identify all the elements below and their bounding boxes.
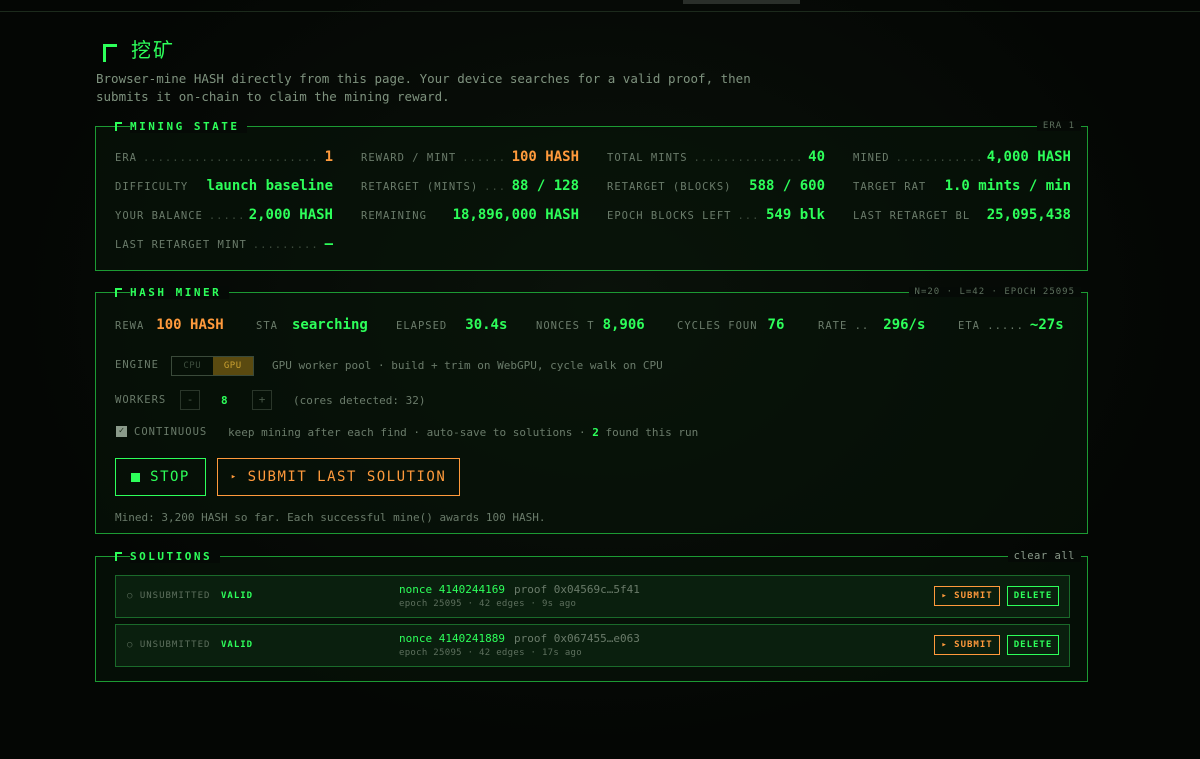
engine-toggle[interactable]: CPU GPU — [171, 356, 254, 376]
submit-last-solution-label: SUBMIT LAST SOLUTION — [247, 469, 447, 485]
miner-stat-cycles-found: CYCLES FOUN 76 — [677, 317, 785, 333]
state-epoch-blocks-left: EPOCH BLOCKS LEFT.......................… — [607, 207, 825, 223]
clear-all-button[interactable]: clear all — [1007, 550, 1081, 562]
page-header: 挖矿 — [103, 34, 175, 63]
mining-state-header: MINING STATE ERA 1 — [96, 119, 1087, 133]
delete-solution-button[interactable]: DELETE — [1007, 635, 1059, 655]
corner-bracket-icon — [115, 551, 122, 561]
state-mined: MINED...................................… — [853, 149, 1071, 165]
miner-stat-rate: RATE .. 296/s — [818, 317, 926, 333]
continuous-checkbox[interactable]: ✓ — [116, 426, 127, 437]
mined-summary: Mined: 3,200 HASH so far. Each successfu… — [115, 511, 546, 524]
intro-line-1: Browser-mine HASH directly from this pag… — [96, 71, 751, 86]
cores-detected: (cores detected: 32) — [293, 394, 426, 407]
delete-solution-button[interactable]: DELETE — [1007, 586, 1059, 606]
intro-line-2: submits it on-chain to claim the mining … — [96, 89, 450, 104]
corner-bracket-icon — [115, 121, 122, 131]
miner-stat-elapsed: ELAPSED 30.4s — [396, 317, 508, 333]
solutions-title: SOLUTIONS — [130, 549, 221, 563]
solution-meta: epoch 25095 · 42 edges · 9s ago — [399, 599, 577, 609]
page-title: 挖矿 — [131, 38, 175, 62]
workers-decrement-button[interactable]: - — [180, 390, 200, 410]
state-target-rate: TARGET RAT 1.0 mints / min — [853, 178, 1071, 194]
submit-last-solution-button[interactable]: ▸ SUBMIT LAST SOLUTION — [217, 458, 460, 496]
stop-button[interactable]: STOP — [115, 458, 206, 496]
engine-gpu-option[interactable]: GPU — [212, 357, 253, 375]
state-total-mints: TOTAL MINTS.............................… — [607, 149, 825, 165]
state-remaining: REMAINING 18,896,000 HASH — [361, 207, 579, 223]
solutions-header: SOLUTIONS clear all — [96, 549, 1087, 563]
state-difficulty: DIFFICULTY launch baseline — [115, 178, 333, 194]
engine-label: ENGINE — [115, 359, 159, 371]
solution-nonce: nonce 4140244169 — [399, 583, 505, 596]
submission-status: ○ UNSUBMITTED — [127, 591, 211, 601]
mining-state-panel: MINING STATE ERA 1 ERA..................… — [95, 119, 1088, 271]
solution-row: ○ UNSUBMITTED VALID nonce 4140241889 pro… — [115, 624, 1070, 667]
solution-proof: proof 0x067455…e063 — [514, 632, 640, 645]
top-bar — [0, 0, 1200, 12]
solution-nonce: nonce 4140241889 — [399, 632, 505, 645]
miner-params: N=20 · L=42 · EPOCH 25095 — [908, 287, 1081, 297]
solution-proof: proof 0x04569c…5f41 — [514, 583, 640, 596]
submit-solution-button[interactable]: ▸ SUBMIT — [934, 586, 1000, 606]
solution-row: ○ UNSUBMITTED VALID nonce 4140244169 pro… — [115, 575, 1070, 618]
corner-bracket-icon — [115, 287, 122, 297]
continuous-label: CONTINUOUS — [134, 426, 208, 438]
play-arrow-icon: ▸ — [230, 472, 238, 482]
state-retarget-blocks: RETARGET (BLOCKS) 588 / 600 — [607, 178, 825, 194]
miner-stat-eta: ETA ..... ~27s — [958, 317, 1064, 333]
state-your-balance: YOUR BALANCE............................… — [115, 207, 333, 223]
workers-increment-button[interactable]: + — [252, 390, 272, 410]
engine-cpu-option[interactable]: CPU — [172, 357, 213, 375]
found-count: 2 — [592, 426, 599, 439]
engine-description: GPU worker pool · build + trim on WebGPU… — [272, 359, 663, 372]
state-retarget-mints: RETARGET (MINTS)........................… — [361, 178, 579, 194]
hash-miner-header: HASH MINER N=20 · L=42 · EPOCH 25095 — [96, 285, 1087, 299]
mining-state-title: MINING STATE — [130, 119, 248, 133]
intro-text: Browser-mine HASH directly from this pag… — [96, 70, 796, 106]
validity-badge: VALID — [221, 640, 254, 650]
hash-miner-panel: HASH MINER N=20 · L=42 · EPOCH 25095 REW… — [95, 285, 1088, 534]
validity-badge: VALID — [221, 591, 254, 601]
continuous-description: keep mining after each find · auto-save … — [228, 426, 699, 439]
submission-status: ○ UNSUBMITTED — [127, 640, 211, 650]
solutions-panel: SOLUTIONS clear all ○ UNSUBMITTED VALID … — [95, 549, 1088, 682]
miner-stat-reward: REWA 100 HASH — [115, 317, 224, 333]
hash-miner-title: HASH MINER — [130, 285, 230, 299]
workers-label: WORKERS — [115, 394, 167, 406]
miner-stat-status: STA searching — [256, 317, 368, 333]
state-last-retarget-block: LAST RETARGET BL 25,095,438 — [853, 207, 1071, 223]
solution-meta: epoch 25095 · 42 edges · 17s ago — [399, 648, 582, 658]
state-last-retarget-mint: LAST RETARGET MINT......................… — [115, 236, 333, 252]
corner-bracket-icon — [103, 43, 117, 62]
active-tab-indicator — [683, 0, 800, 4]
stop-label: STOP — [150, 469, 190, 485]
state-era: ERA.....................................… — [115, 149, 333, 165]
workers-value: 8 — [221, 394, 228, 407]
era-tag: ERA 1 — [1036, 121, 1081, 131]
miner-stat-nonces: NONCES T 8,906 — [536, 317, 645, 333]
stop-square-icon — [131, 472, 141, 482]
submit-solution-button[interactable]: ▸ SUBMIT — [934, 635, 1000, 655]
state-reward-per-mint: REWARD / MINT...........................… — [361, 149, 579, 165]
